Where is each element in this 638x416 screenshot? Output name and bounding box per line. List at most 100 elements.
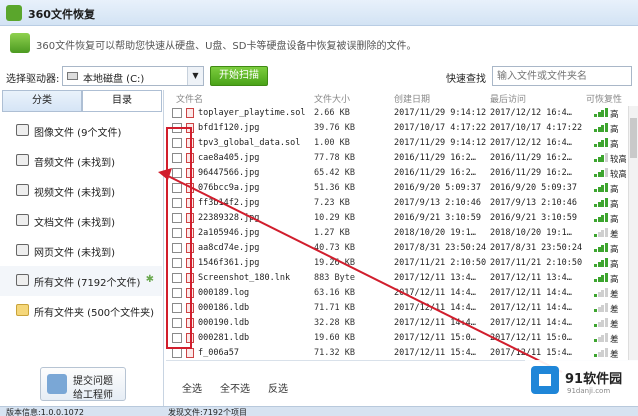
created-date: 2016/11/29 16:2…: [394, 153, 476, 163]
row-checkbox[interactable]: [172, 108, 182, 118]
table-header: 文件名 文件大小 创建日期 最后访问 可恢复性: [166, 90, 638, 106]
column-header-size[interactable]: 文件大小: [314, 92, 350, 105]
feedback-button[interactable]: 提交问题 给工程师: [40, 367, 126, 401]
file-name: 96447566.jpg: [198, 168, 260, 178]
sidebar-item-label: 文档文件 (未找到): [34, 218, 115, 229]
file-name: bfd1f120.jpg: [198, 123, 260, 133]
sidebar-item-all-folders[interactable]: 所有文件夹 (500个文件夹): [0, 296, 162, 326]
sidebar-item-webpages[interactable]: 网页文件 (未找到): [0, 236, 162, 266]
file-size: 883 Byte: [314, 273, 355, 283]
signal-bars-icon: [594, 273, 608, 282]
title-bar: 360文件恢复: [0, 0, 638, 26]
select-all-button[interactable]: 全选: [182, 380, 202, 395]
table-row[interactable]: tpv3_global_data.sol 1.00 KB 2017/11/29 9:…: [166, 136, 626, 151]
recoverability: 高: [610, 200, 619, 210]
created-date: 2017/11/21 2:10:50: [394, 258, 487, 268]
recoverability: 高: [610, 245, 619, 255]
table-row[interactable]: 076bcc9a.jpg 51.36 KB 2016/9/20 5:09:37 201…: [166, 181, 626, 196]
created-date: 2016/9/20 5:09:37: [394, 183, 481, 193]
signal-bars-icon: [594, 168, 608, 177]
accessed-date: 2017/11/21 2:10:50: [490, 258, 583, 268]
file-icon: [186, 108, 194, 118]
table-row[interactable]: 000189.log 63.16 KB 2017/12/11 14:4… 2017/1…: [166, 286, 626, 301]
select-none-button[interactable]: 全不选: [220, 380, 250, 395]
sidebar-item-images[interactable]: 图像文件 (9个文件): [0, 116, 162, 146]
scrollbar-thumb[interactable]: [630, 118, 637, 158]
table-body: toplayer_playtime.sol 2.66 KB 2017/11/29 9…: [166, 106, 626, 360]
sidebar-item-all-files[interactable]: 所有文件 (7192个文件) ✱: [0, 266, 162, 296]
signal-bars-icon: [594, 138, 608, 147]
column-header-recoverable[interactable]: 可恢复性: [586, 92, 622, 105]
recovery-icon: [10, 33, 30, 53]
scrollbar[interactable]: [628, 106, 638, 360]
pin-icon: ✱: [145, 274, 154, 285]
accessed-date: 2017/12/11 14:4…: [490, 303, 572, 313]
file-size: 19.26 KB: [314, 258, 355, 268]
row-checkbox[interactable]: [172, 348, 182, 358]
table-row[interactable]: f_006a57 71.32 KB 2017/12/11 15:4… 2017/12/…: [166, 346, 626, 360]
table-row[interactable]: cae8a405.jpg 77.78 KB 2016/11/29 16:2… 2016…: [166, 151, 626, 166]
table-row[interactable]: 000186.ldb 71.71 KB 2017/12/11 14:4… 2017/1…: [166, 301, 626, 316]
table-row[interactable]: aa8cd74e.jpg 40.73 KB 2017/8/31 23:50:24 20…: [166, 241, 626, 256]
column-header-accessed[interactable]: 最后访问: [490, 92, 526, 105]
sidebar-item-label: 视频文件 (未找到): [34, 188, 115, 199]
checkbox-highlight-annotation: [166, 127, 192, 349]
sidebar: 分类 目录 图像文件 (9个文件) 音频文件 (未找到) 视频文件 (未找到) …: [0, 90, 164, 406]
column-header-created[interactable]: 创建日期: [394, 92, 430, 105]
chevron-down-icon[interactable]: ▼: [187, 67, 203, 85]
watermark-logo-icon: [531, 366, 559, 394]
recoverability: 高: [610, 275, 619, 285]
created-date: 2016/11/29 16:2…: [394, 168, 476, 178]
created-date: 2017/12/11 15:4…: [394, 348, 476, 358]
sidebar-item-label: 音频文件 (未找到): [34, 158, 115, 169]
feedback-label-line1: 提交问题: [73, 376, 113, 387]
table-row[interactable]: 96447566.jpg 65.42 KB 2016/11/29 16:2… 2016…: [166, 166, 626, 181]
tab-category[interactable]: 分类: [2, 90, 82, 112]
table-row[interactable]: bfd1f120.jpg 39.76 KB 2017/10/17 4:17:22 20…: [166, 121, 626, 136]
created-date: 2017/12/11 14:4…: [394, 318, 476, 328]
invert-selection-button[interactable]: 反选: [268, 380, 288, 395]
table-row[interactable]: 2a105946.jpg 1.27 KB 2018/10/20 19:1… 2018/…: [166, 226, 626, 241]
accessed-date: 2016/9/20 5:09:37: [490, 183, 577, 193]
recoverability: 高: [610, 110, 619, 120]
file-icon: [16, 274, 29, 286]
table-row[interactable]: ff3b14f2.jpg 7.23 KB 2017/9/13 2:10:46 2017…: [166, 196, 626, 211]
table-row[interactable]: Screenshot_180.lnk 883 Byte 2017/12/11 13:…: [166, 271, 626, 286]
table-row[interactable]: 000190.ldb 32.28 KB 2017/12/11 14:4… 2017/1…: [166, 316, 626, 331]
signal-bars-icon: [594, 108, 608, 117]
file-size: 2.66 KB: [314, 108, 350, 118]
table-row[interactable]: toplayer_playtime.sol 2.66 KB 2017/11/29 9…: [166, 106, 626, 121]
file-size: 7.23 KB: [314, 198, 350, 208]
table-row[interactable]: 000281.ldb 19.60 KB 2017/12/11 15:0… 2017/1…: [166, 331, 626, 346]
accessed-date: 2016/11/29 16:2…: [490, 168, 572, 178]
recoverability: 差: [610, 320, 619, 330]
column-header-name[interactable]: 文件名: [176, 92, 203, 105]
file-size: 40.73 KB: [314, 243, 355, 253]
sidebar-item-label: 所有文件夹 (500个文件夹): [34, 308, 155, 319]
file-size: 39.76 KB: [314, 123, 355, 133]
accessed-date: 2017/10/17 4:17:22: [490, 123, 583, 133]
scan-button[interactable]: 开始扫描: [210, 66, 268, 86]
created-date: 2018/10/20 19:1…: [394, 228, 476, 238]
table-row[interactable]: 1546f361.jpg 19.26 KB 2017/11/21 2:10:50 20…: [166, 256, 626, 271]
info-banner: 360文件恢复可以帮助您快速从硬盘、U盘、SD卡等硬盘设备中恢复被误删除的文件。: [0, 26, 638, 62]
file-name: 076bcc9a.jpg: [198, 183, 260, 193]
recoverability: 高: [610, 125, 619, 135]
tab-directory[interactable]: 目录: [82, 90, 162, 112]
video-icon: [16, 184, 29, 196]
file-list: 文件名 文件大小 创建日期 最后访问 可恢复性 toplayer_playtim…: [166, 90, 638, 360]
file-name: f_006a57: [198, 348, 239, 358]
search-input[interactable]: [492, 66, 632, 86]
table-row[interactable]: 22389328.jpg 10.29 KB 2016/9/21 3:10:59 201…: [166, 211, 626, 226]
sidebar-item-audio[interactable]: 音频文件 (未找到): [0, 146, 162, 176]
sidebar-item-documents[interactable]: 文档文件 (未找到): [0, 206, 162, 236]
signal-bars-icon: [594, 348, 608, 357]
file-size: 32.28 KB: [314, 318, 355, 328]
sidebar-item-video[interactable]: 视频文件 (未找到): [0, 176, 162, 206]
drive-select[interactable]: 本地磁盘 (C:) ▼: [62, 66, 204, 86]
accessed-date: 2016/9/21 3:10:59: [490, 213, 577, 223]
file-name: tpv3_global_data.sol: [198, 138, 301, 148]
file-name: 22389328.jpg: [198, 213, 260, 223]
sidebar-item-label: 网页文件 (未找到): [34, 248, 115, 259]
version-text: 版本信息:1.0.0.1072: [6, 408, 84, 416]
